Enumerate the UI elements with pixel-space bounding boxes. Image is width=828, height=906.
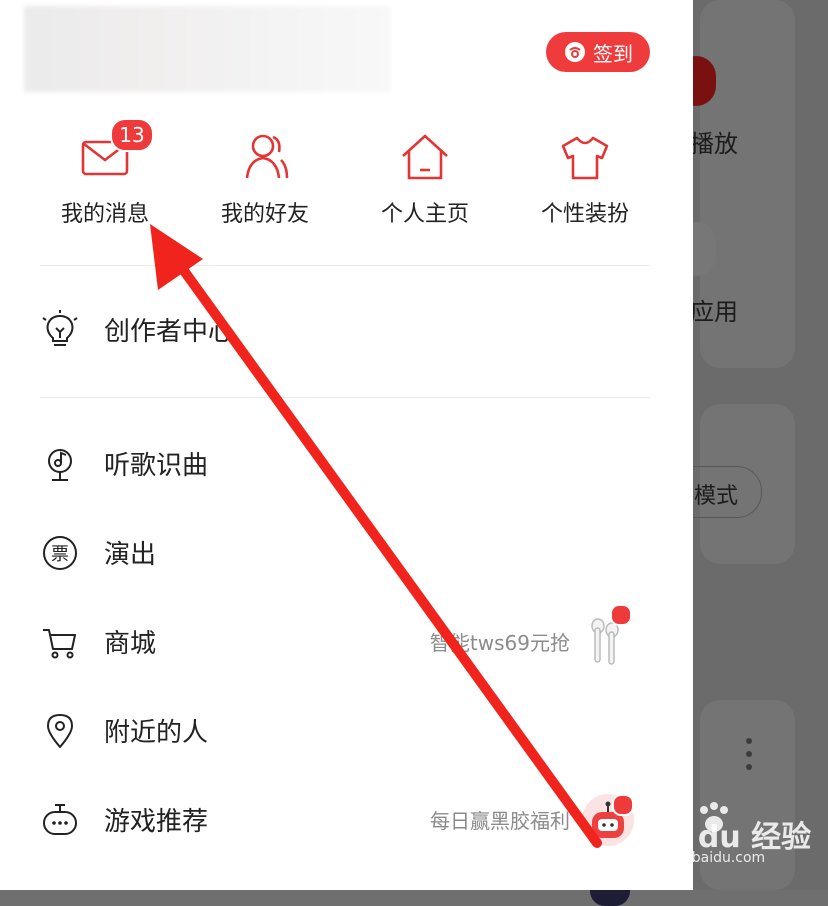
notification-dot (612, 794, 634, 816)
quick-action-label: 个性装扮 (540, 202, 629, 227)
robot-game-icon (578, 790, 638, 850)
quick-action-friends[interactable]: 我的好友 (185, 128, 345, 238)
background-label-mode: 模式 (694, 484, 739, 509)
background-label-apps: 应用 (690, 298, 738, 326)
background-label-play: 播放 (690, 130, 738, 158)
menu-item-game-recommend[interactable]: 游戏推荐 每日赢黑胶福利 (40, 790, 660, 850)
menu-item-nearby-people[interactable]: 附近的人 (40, 701, 660, 761)
message-count-badge: 13 (110, 118, 154, 152)
more-dots-icon (746, 738, 754, 777)
menu-item-label: 商城 (104, 629, 157, 659)
quick-action-label: 我的好友 (220, 202, 309, 227)
menu-item-shows[interactable]: 票 演出 (40, 523, 660, 583)
quick-action-messages[interactable]: 13 我的消息 (25, 118, 185, 238)
home-icon (402, 134, 448, 180)
shirt-icon (561, 136, 609, 180)
menu-item-label: 创作者中心 (104, 317, 235, 347)
cart-icon (40, 622, 80, 662)
divider (40, 397, 650, 398)
blurred-user-profile (24, 6, 391, 92)
location-pin-icon (40, 711, 80, 751)
menu-item-label: 演出 (104, 540, 157, 570)
menu-item-label: 附近的人 (104, 718, 209, 748)
svg-text:票: 票 (51, 544, 69, 565)
background-card (700, 700, 795, 890)
friends-icon (245, 134, 289, 179)
lightbulb-icon (40, 310, 80, 350)
notification-dot (610, 604, 632, 626)
quick-action-dress-up[interactable]: 个性装扮 (505, 128, 665, 238)
sign-in-label: 签到 (593, 41, 633, 66)
menu-item-mall[interactable]: 商城 智能tws69元抢 (40, 604, 660, 672)
quick-action-homepage[interactable]: 个人主页 (345, 128, 505, 238)
earbuds-promo-icon (578, 604, 638, 672)
menu-item-subtitle: 智能tws69元抢 (429, 631, 570, 655)
menu-item-label: 听歌识曲 (104, 451, 209, 481)
menu-item-creator-center[interactable]: 创作者中心 (40, 300, 660, 360)
menu-item-music-recognition[interactable]: 听歌识曲 (40, 434, 660, 494)
sign-in-button[interactable]: 签到 (546, 32, 650, 72)
quick-actions: 13 我的消息 我的好友 个人主页 个性装扮 (25, 118, 665, 238)
menu-item-subtitle: 每日赢黑胶福利 (430, 809, 570, 833)
quick-action-label: 个人主页 (380, 202, 469, 227)
music-recognition-icon (40, 444, 80, 484)
menu-item-label: 游戏推荐 (104, 807, 209, 837)
gamepad-icon (40, 800, 80, 840)
divider (40, 265, 650, 266)
side-drawer: 签到 13 我的消息 我的好友 个人主页 个性装扮 创作者中心 听歌识曲 票 演… (0, 0, 693, 890)
sign-in-icon (565, 42, 585, 62)
quick-action-label: 我的消息 (60, 202, 149, 227)
ticket-icon: 票 (40, 533, 80, 573)
